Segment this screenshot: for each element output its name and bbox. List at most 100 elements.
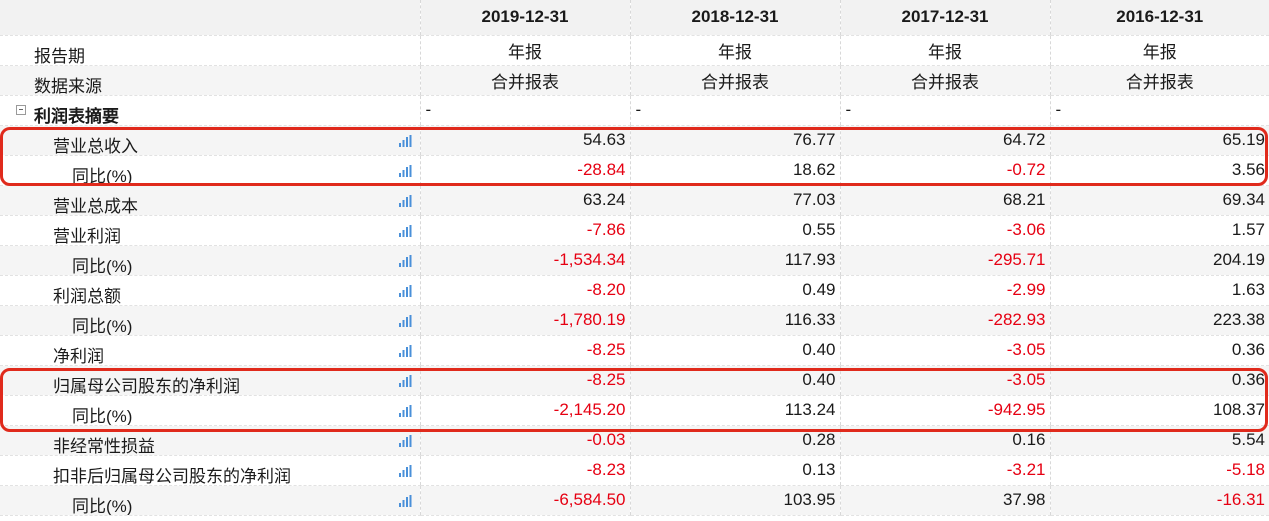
table-row: 营业利润 -7.86 0.55 -3.06 1.57 [0, 215, 1269, 246]
section-row-income-summary[interactable]: 利润表摘要 - - - - [0, 95, 1269, 126]
bar-chart-icon[interactable] [398, 314, 412, 327]
value-cell: 77.03 [629, 185, 840, 216]
value-cell: 76.77 [629, 125, 840, 156]
value-cell: 37.98 [839, 485, 1050, 516]
value-cell: 1.57 [1049, 215, 1269, 246]
row-label: 归属母公司股东的净利润 [53, 376, 240, 395]
value-cell: 1.63 [1049, 275, 1269, 306]
table-row: 净利润 -8.25 0.40 -3.05 0.36 [0, 335, 1269, 366]
value-cell: 年报 [1049, 35, 1269, 66]
value-cell: -3.05 [839, 335, 1050, 366]
row-label: 扣非后归属母公司股东的净利润 [53, 466, 291, 485]
value-cell: -6,584.50 [419, 485, 630, 516]
section-label: 利润表摘要 [34, 106, 119, 125]
row-label-cell: 营业利润 [0, 215, 420, 246]
bar-chart-icon[interactable] [398, 254, 412, 267]
data-source-row: 数据来源 合并报表 合并报表 合并报表 合并报表 [0, 65, 1269, 96]
value-cell: -1,780.19 [419, 305, 630, 336]
value-cell: -2,145.20 [419, 395, 630, 426]
bar-chart-icon[interactable] [398, 374, 412, 387]
row-label: 数据来源 [34, 76, 102, 95]
report-period-row: 报告期 年报 年报 年报 年报 [0, 35, 1269, 66]
value-cell: -1,534.34 [419, 245, 630, 276]
value-cell: 223.38 [1049, 305, 1269, 336]
column-header[interactable]: 2016-12-31 [1049, 0, 1269, 36]
bar-chart-icon[interactable] [398, 194, 412, 207]
value-cell: 5.54 [1049, 425, 1269, 456]
value-cell: 0.13 [629, 455, 840, 486]
row-label-cell: 扣非后归属母公司股东的净利润 [0, 455, 420, 486]
value-cell: -8.20 [419, 275, 630, 306]
bar-chart-icon[interactable] [398, 134, 412, 147]
row-label-cell: 同比(%) [0, 395, 420, 426]
value-cell: 0.36 [1049, 365, 1269, 396]
value-cell: -28.84 [419, 155, 630, 186]
value-cell: 54.63 [419, 125, 630, 156]
bar-chart-icon[interactable] [398, 494, 412, 507]
row-label-cell: 归属母公司股东的净利润 [0, 365, 420, 396]
row-label: 同比(%) [72, 256, 133, 275]
value-cell: 64.72 [839, 125, 1050, 156]
value-cell: - [419, 95, 630, 126]
row-label-cell: 同比(%) [0, 485, 420, 516]
table-row: 扣非后归属母公司股东的净利润 -8.23 0.13 -3.21 -5.18 [0, 455, 1269, 486]
bar-chart-icon[interactable] [398, 404, 412, 417]
row-label: 净利润 [53, 346, 104, 365]
value-cell: -8.25 [419, 365, 630, 396]
value-cell: 117.93 [629, 245, 840, 276]
row-label-cell: 非经常性损益 [0, 425, 420, 456]
section-label-cell[interactable]: 利润表摘要 [0, 95, 420, 126]
value-cell: -2.99 [839, 275, 1050, 306]
row-label: 营业总收入 [53, 136, 138, 155]
bar-chart-icon[interactable] [398, 164, 412, 177]
table-row: 归属母公司股东的净利润 -8.25 0.40 -3.05 0.36 [0, 365, 1269, 396]
value-cell: 103.95 [629, 485, 840, 516]
value-cell: 65.19 [1049, 125, 1269, 156]
row-label-cell: 报告期 [0, 35, 420, 66]
value-cell: 0.40 [629, 365, 840, 396]
value-cell: 合并报表 [839, 65, 1050, 96]
value-cell: -8.25 [419, 335, 630, 366]
table-row: 同比(%) -1,780.19 116.33 -282.93 223.38 [0, 305, 1269, 336]
value-cell: -3.21 [839, 455, 1050, 486]
bar-chart-icon[interactable] [398, 464, 412, 477]
value-cell: 113.24 [629, 395, 840, 426]
collapse-minus-icon[interactable] [16, 104, 26, 115]
table-row: 非经常性损益 -0.03 0.28 0.16 5.54 [0, 425, 1269, 456]
header-corner [0, 0, 420, 36]
value-cell: -3.06 [839, 215, 1050, 246]
value-cell: 63.24 [419, 185, 630, 216]
column-header[interactable]: 2017-12-31 [839, 0, 1050, 36]
date-header-row: 2019-12-31 2018-12-31 2017-12-31 2016-12… [0, 0, 1269, 36]
bar-chart-icon[interactable] [398, 224, 412, 237]
value-cell: -0.03 [419, 425, 630, 456]
value-cell: 18.62 [629, 155, 840, 186]
row-label-cell: 同比(%) [0, 155, 420, 186]
row-label: 同比(%) [72, 406, 133, 425]
value-cell: 3.56 [1049, 155, 1269, 186]
bar-chart-icon[interactable] [398, 434, 412, 447]
value-cell: 116.33 [629, 305, 840, 336]
table-row: 同比(%) -6,584.50 103.95 37.98 -16.31 [0, 485, 1269, 516]
value-cell: -3.05 [839, 365, 1050, 396]
bar-chart-icon[interactable] [398, 284, 412, 297]
income-statement-table: 2019-12-31 2018-12-31 2017-12-31 2016-12… [0, 0, 1269, 516]
row-label-cell: 营业总成本 [0, 185, 420, 216]
value-cell: - [629, 95, 840, 126]
value-cell: 年报 [629, 35, 840, 66]
row-label-cell: 净利润 [0, 335, 420, 366]
column-header[interactable]: 2018-12-31 [629, 0, 840, 36]
value-cell: -295.71 [839, 245, 1050, 276]
value-cell: -0.72 [839, 155, 1050, 186]
table-row: 同比(%) -1,534.34 117.93 -295.71 204.19 [0, 245, 1269, 276]
value-cell: 年报 [839, 35, 1050, 66]
value-cell: - [1049, 95, 1269, 126]
table-row: 营业总收入 54.63 76.77 64.72 65.19 [0, 125, 1269, 156]
column-header[interactable]: 2019-12-31 [419, 0, 630, 36]
bar-chart-icon[interactable] [398, 344, 412, 357]
row-label: 营业总成本 [53, 196, 138, 215]
value-cell: -8.23 [419, 455, 630, 486]
row-label: 营业利润 [53, 226, 121, 245]
value-cell: 204.19 [1049, 245, 1269, 276]
row-label: 同比(%) [72, 166, 133, 185]
